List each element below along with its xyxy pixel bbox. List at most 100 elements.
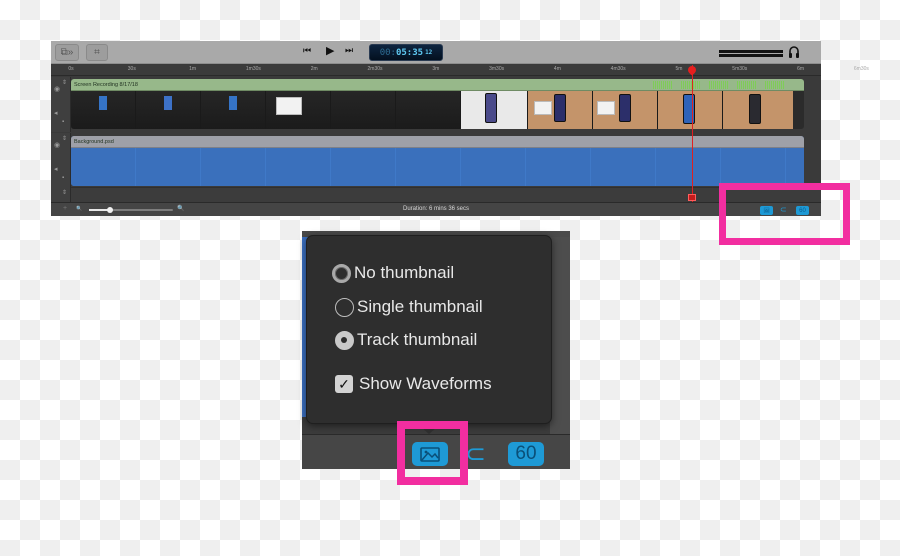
ruler-tick-label: 5m30s [732,66,748,72]
thumbnail [593,91,658,129]
clip-title: Background.psd [74,139,114,145]
snap-magnet-icon[interactable]: ⊂ [465,439,486,469]
clip-thumbnails [71,91,804,129]
fps-label: 60 [515,443,537,464]
timecode-hours: 00: [379,47,396,58]
media-library-button[interactable]: ⧉» [55,44,79,61]
ruler-tick-label: 4m [553,66,561,72]
playhead-end-marker[interactable] [688,194,696,201]
clip-title-bar: Background.psd [71,136,804,148]
thumbnail [266,91,331,129]
headphones-icon[interactable] [788,45,800,59]
toolbar: ⧉» ⌗ ⏮ ▶ ⏭ 00: 05:35 12 [51,41,821,64]
ruler-tick-label: 2m [310,66,318,72]
crop-icon: ⌗ [94,47,100,58]
reorder-icon[interactable]: ⇕ [62,135,67,142]
option-label: Track thumbnail [357,330,478,349]
track-lane-screen-recording: Screen Recording 8/17/18 [71,79,804,129]
crop-button[interactable]: ⌗ [86,44,108,61]
ruler-tick-label: 2m30s [367,66,383,72]
thumbnail [71,91,136,129]
option-no-thumbnail[interactable]: No thumbnail [332,263,454,283]
forward-icon: ⏭ [345,45,354,55]
thumbnail [528,91,593,129]
radio-no-thumbnail[interactable] [332,263,351,283]
ruler-tick-label: 5m [675,66,683,72]
option-single-thumbnail[interactable]: Single thumbnail [335,297,483,317]
ruler-tick-label: 3m30s [489,66,505,72]
audio-waveform [681,81,701,89]
track-lock-icon[interactable]: ▪ [62,119,64,125]
visibility-eye-icon[interactable]: ◉ [54,85,60,93]
clip-title-bar: Screen Recording 8/17/18 [71,79,804,91]
time-ruler[interactable]: 0s 30s 1m 1m30s 2m 2m30s 3m 3m30s 4m 4m30s 5m 5m30s… [51,65,869,76]
ruler-tick-label: 0s [68,66,74,72]
thumbnail-content [554,94,566,122]
timeline-editor: ⧉» ⌗ ⏮ ▶ ⏭ 00: 05:35 12 0s 30s 1m 1m30s 2m 2m… [51,41,869,216]
timecode-display: 00: 05:35 12 [369,44,443,61]
empty-track-lane[interactable] [71,187,821,202]
inset-side-panel [550,237,570,437]
thumbnail [461,91,528,129]
reorder-icon[interactable]: ⇕ [62,189,67,196]
audio-waveform [709,81,729,89]
option-label: Show Waveforms [359,374,492,393]
thumbnail-options-popover: No thumbnail Single thumbnail Track thum… [306,235,552,424]
ruler-tick-label: 1m30s [245,66,261,72]
track-lock-icon[interactable]: ▪ [62,175,64,181]
option-track-thumbnail[interactable]: Track thumbnail [335,330,477,350]
thumbnail-content [597,101,615,115]
ruler-tick-label: 30s [127,66,136,72]
ruler-tick-label: 3m [432,66,440,72]
timecode-frames: 12 [425,49,433,56]
reorder-icon[interactable]: ⇕ [62,79,67,86]
checkbox-show-waveforms[interactable]: ✓ [335,375,353,393]
thumbnail [201,91,266,129]
play-button[interactable]: ▶ [326,44,334,57]
thumbnail-content [276,97,302,115]
clip-background[interactable]: Background.psd [71,136,804,186]
fps-button[interactable]: 60 [508,442,544,466]
track-header-empty: ⇕ [51,187,71,202]
option-label: Single thumbnail [357,297,483,316]
radio-track-thumbnail[interactable] [335,330,354,350]
option-show-waveforms[interactable]: ✓ Show Waveforms [335,374,492,394]
track-header-background: ⇕ ◉ ◂ ▪ [51,133,71,187]
highlight-box-statusbar-controls [719,183,850,245]
clip-texture [71,148,804,186]
volume-meter[interactable] [719,50,783,57]
audio-waveform [737,81,757,89]
thumbnail [331,91,396,129]
audio-speaker-icon[interactable]: ◂ [54,109,58,117]
thumbnail [723,91,793,129]
rewind-icon: ⏮ [303,45,312,55]
ruler-tick-label: 6m30s [853,66,869,72]
forward-button[interactable]: ⏭ [345,45,353,56]
thumbnail-content [229,96,237,110]
track-header-screen-recording: ⇕ ◉ ◂ ▪ [51,77,71,132]
thumbnail-content [485,93,497,123]
audio-speaker-icon[interactable]: ◂ [54,165,58,173]
audio-waveform [765,81,785,89]
audio-waveform [653,81,673,89]
ruler-tick-label: 1m [189,66,197,72]
status-bar: + 🔍 🔍 Duration: 6 mins 36 secs 🖼 ⊂ 60 [51,202,821,216]
visibility-eye-icon[interactable]: ◉ [54,141,60,149]
radio-single-thumbnail[interactable] [335,297,354,317]
thumbnail-content [749,94,761,124]
thumbnail [136,91,201,129]
thumbnail-content [164,96,172,110]
clip-screen-recording[interactable]: Screen Recording 8/17/18 [71,79,804,129]
thumbnail [658,91,723,129]
track-lane-background: Background.psd [71,136,804,186]
thumbnail-content [99,96,107,110]
thumbnail-content [534,101,552,115]
rewind-button[interactable]: ⏮ [303,45,311,56]
ruler-tick-label: 4m30s [610,66,626,72]
thumbnail-content [619,94,631,122]
highlight-box-thumbnail-button [397,421,468,485]
option-label: No thumbnail [354,263,455,282]
playhead-line[interactable] [692,65,693,202]
thumbnail [396,91,461,129]
duration-label: Duration: 6 mins 36 secs [402,206,470,212]
